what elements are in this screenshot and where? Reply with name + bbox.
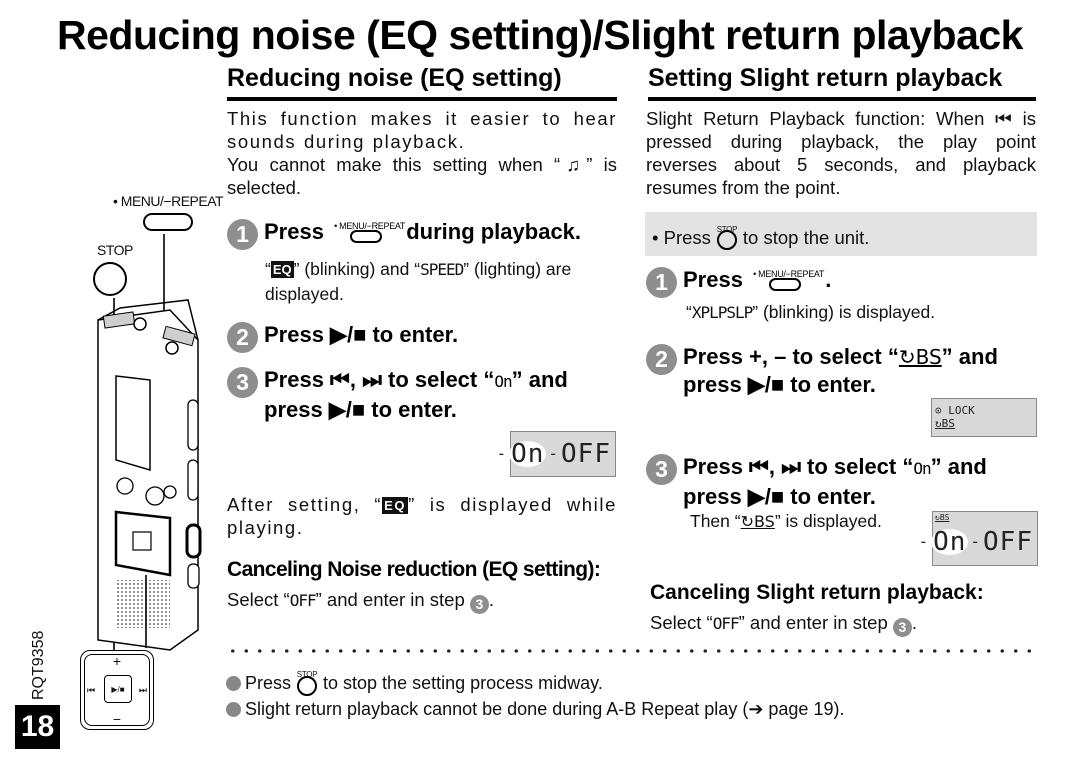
- note-ab-repeat: Slight return playback cannot be done du…: [226, 698, 844, 720]
- lcd-bs-corner: ↻BS: [935, 513, 950, 522]
- section-heading-slight-return: Setting Slight return playback: [648, 64, 1036, 101]
- step-number: 1: [646, 267, 677, 298]
- sr-cancel-text: Select “OFF” and enter in step 3.: [650, 612, 918, 637]
- eq-intro: This function makes it easier to hear so…: [227, 107, 617, 199]
- menu-repeat-label: • MENU/−REPEAT: [113, 193, 224, 209]
- step-number: 2: [646, 344, 677, 375]
- minus-button: −: [112, 711, 122, 727]
- lcd-bs-text: ↻BS: [935, 417, 955, 430]
- off-lcd-text: OFF: [712, 614, 740, 633]
- step-number: 2: [227, 322, 258, 353]
- page-number: 18: [15, 705, 60, 749]
- jack-icon: [133, 317, 147, 331]
- on-lcd-text: On: [913, 459, 931, 478]
- sr-step-2: 2 Press +, – to select “↻BS” and press ▶…: [646, 343, 1036, 399]
- eq-cancel-text: Select “OFF” and enter in step 3.: [227, 589, 495, 614]
- eq-step-1: 1 Press • MENU/−REPEAT during playback.: [227, 218, 581, 250]
- eq-after-setting: After setting, “EQ” is displayed while p…: [227, 494, 617, 538]
- prev-icon: ⏮: [87, 685, 96, 695]
- sr-cancel-heading: Canceling Slight return playback:: [650, 581, 984, 604]
- lcd-selected-option: On: [509, 439, 547, 469]
- bs-icon: ↻BS: [740, 512, 775, 531]
- step-number: 3: [227, 367, 258, 398]
- stop-button-icon: STOP: [714, 224, 740, 250]
- slight-return-intro: Slight Return Playback function: When ⏮ …: [646, 108, 1036, 198]
- side-button-highlighted: [185, 523, 202, 559]
- lcd-other-option: OFF: [561, 439, 611, 469]
- lcd-selected-option: On: [931, 526, 969, 557]
- sr-step-3-detail: Then “↻BS” is displayed.: [690, 511, 882, 531]
- speed-lcd-text: SPEED: [420, 260, 464, 279]
- voice-recorder-illustration: [97, 234, 202, 651]
- lcd-other-option: OFF: [983, 526, 1033, 557]
- bullet-icon: [226, 701, 241, 717]
- sr-step-1-detail: “XPLPSLP” (blinking) is displayed.: [686, 302, 936, 322]
- step-ref-icon: 3: [469, 595, 489, 614]
- xplpslp-lcd-text: XPLPSLP: [691, 303, 753, 322]
- eq-lcd-display: - On - OFF: [496, 431, 616, 477]
- menu-repeat-button-icon: • MENU/−REPEAT: [753, 267, 824, 293]
- eq-badge-icon: EQ: [270, 261, 294, 278]
- lcd-lock-text: ⊙ LOCK: [935, 404, 975, 417]
- control-pad-enlarged: + − ⏮ ⏭ ▶/■: [80, 650, 154, 730]
- eq-step-2: 2 Press ▶/■ to enter.: [227, 321, 458, 353]
- eq-step-3: 3 Press ⏮, ⏭ to select “On” and press ▶/…: [227, 366, 617, 424]
- play-stop-button: ▶/■: [104, 675, 132, 703]
- note-stop-midway: Press STOP to stop the setting process m…: [226, 670, 603, 696]
- lock-lcd-display: ⊙ LOCK ↻BS: [931, 398, 1037, 437]
- section-heading-eq: Reducing noise (EQ setting): [227, 64, 617, 101]
- off-lcd-text: OFF: [289, 591, 317, 610]
- next-icon: ⏭: [138, 685, 147, 695]
- eq-intro-note: You cannot make this setting when “♫” is…: [227, 154, 617, 198]
- bs-icon: ↻BS: [898, 345, 942, 369]
- bullet-icon: [226, 675, 241, 691]
- step-number: 1: [227, 219, 258, 250]
- music-mode-icon: ♫: [560, 154, 587, 175]
- eq-intro-text: This function makes it easier to hear so…: [227, 108, 617, 152]
- plus-button: +: [112, 653, 122, 669]
- sr-step-1: 1 Press • MENU/−REPEAT .: [646, 266, 831, 298]
- menu-repeat-button-icon: • MENU/−REPEAT: [334, 219, 405, 245]
- stop-button-icon: STOP: [294, 670, 320, 696]
- sr-lcd-display: ↻BS - On - OFF: [918, 511, 1038, 566]
- jack-icon: [165, 341, 179, 355]
- menu-repeat-button-icon: [143, 213, 193, 231]
- step-ref-icon: 3: [892, 618, 912, 637]
- stop-note: • Press STOP to stop the unit.: [652, 224, 869, 250]
- step-number: 3: [646, 454, 677, 485]
- eq-step-1-detail: “EQ” (blinking) and “SPEED” (lighting) a…: [265, 259, 572, 304]
- eq-badge-icon: EQ: [382, 497, 409, 514]
- display-screen: [115, 375, 151, 472]
- sr-step-3: 3 Press ⏮, ⏭ to select “On” and press ▶/…: [646, 453, 1038, 511]
- page-title: Reducing noise (EQ setting)/Slight retur…: [57, 12, 1023, 58]
- document-code: RQT9358: [30, 630, 47, 700]
- on-lcd-text: On: [494, 372, 512, 391]
- eq-cancel-heading: Canceling Noise reduction (EQ setting):: [227, 558, 601, 581]
- dotted-divider: [226, 649, 1038, 653]
